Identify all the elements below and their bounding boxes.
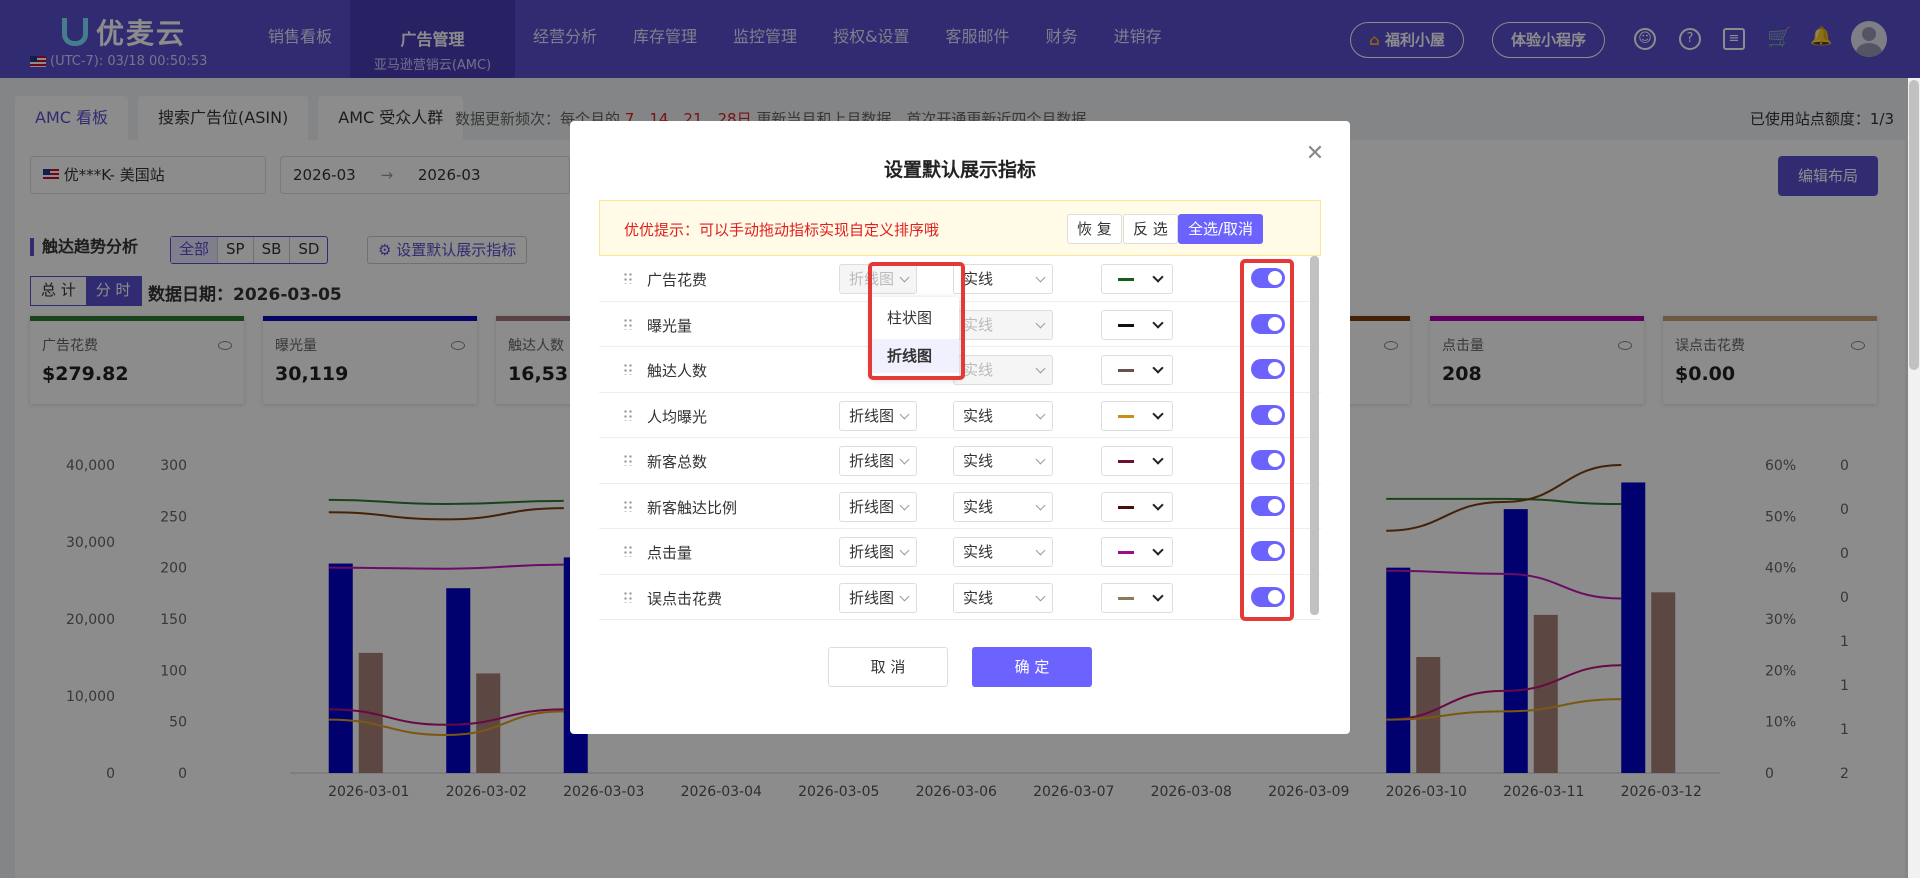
chevron-down-icon xyxy=(1035,591,1046,601)
chart-type-select[interactable]: 折线图 xyxy=(839,537,917,567)
metric-name: 新客总数 xyxy=(647,453,708,471)
line-style-value: 实线 xyxy=(963,497,994,516)
chevron-down-icon xyxy=(1035,409,1046,419)
highlight-toggles xyxy=(1240,259,1294,621)
chevron-down-icon xyxy=(1152,589,1164,602)
chevron-down-icon xyxy=(1152,362,1164,374)
drag-handle-icon[interactable] xyxy=(623,272,633,284)
color-select[interactable] xyxy=(1101,537,1173,567)
invert-button[interactable]: 反 选 xyxy=(1123,214,1178,244)
color-swatch xyxy=(1118,596,1134,600)
color-select[interactable] xyxy=(1101,446,1173,476)
chart-type-value: 折线图 xyxy=(849,452,895,470)
chevron-down-icon xyxy=(1152,544,1164,556)
chevron-down-icon xyxy=(1035,545,1046,556)
chevron-down-icon xyxy=(1152,498,1164,511)
chart-type-value: 折线图 xyxy=(849,406,895,425)
metric-row[interactable]: 新客总数 折线图 实线 xyxy=(599,438,1321,484)
line-style-value: 实线 xyxy=(963,361,994,379)
drag-handle-icon[interactable] xyxy=(623,408,633,421)
close-icon[interactable]: ✕ xyxy=(1304,143,1326,165)
line-style-select[interactable]: 实线 xyxy=(953,400,1053,431)
chart-type-select[interactable]: 折线图 xyxy=(839,446,917,476)
line-style-value: 实线 xyxy=(963,452,994,470)
color-select[interactable] xyxy=(1101,491,1173,522)
highlight-chart-type xyxy=(868,262,965,380)
line-style-value: 实线 xyxy=(963,406,994,425)
chevron-down-icon xyxy=(1035,272,1046,283)
chevron-down-icon xyxy=(1035,363,1046,374)
metric-row[interactable]: 误点击花费 折线图 实线 xyxy=(599,575,1321,620)
color-swatch xyxy=(1118,323,1134,327)
chevron-down-icon xyxy=(1152,407,1164,420)
color-select[interactable] xyxy=(1101,309,1173,340)
metric-name: 曝光量 xyxy=(647,316,693,335)
metric-row[interactable]: 新客触达比例 折线图 实线 xyxy=(599,484,1321,529)
chevron-down-icon xyxy=(1152,316,1164,329)
line-style-select[interactable]: 实线 xyxy=(953,491,1053,522)
color-select[interactable] xyxy=(1101,582,1173,613)
color-swatch xyxy=(1118,460,1134,463)
default-metrics-modal: 设置默认展示指标 ✕ 优优提示：可以手动拖动指标实现自定义排序哦 恢 复 反 选… xyxy=(570,121,1350,734)
drag-handle-icon[interactable] xyxy=(623,590,633,603)
drag-handle-icon[interactable] xyxy=(623,317,633,330)
drag-handle-icon[interactable] xyxy=(623,454,633,466)
metric-name: 广告花费 xyxy=(647,271,708,289)
metric-row[interactable]: 人均曝光 折线图 实线 xyxy=(599,393,1321,438)
line-style-select[interactable]: 实线 xyxy=(953,264,1053,294)
color-swatch xyxy=(1118,551,1134,554)
chevron-down-icon xyxy=(899,545,910,556)
chevron-down-icon xyxy=(899,500,910,510)
tip-bar: 优优提示：可以手动拖动指标实现自定义排序哦 恢 复 反 选 全选/取消 xyxy=(599,200,1321,256)
metric-name: 人均曝光 xyxy=(647,407,708,426)
page-scrollbar[interactable] xyxy=(1908,78,1920,878)
line-style-value: 实线 xyxy=(963,270,994,288)
drag-handle-icon[interactable] xyxy=(623,499,633,512)
line-style-value: 实线 xyxy=(963,315,994,334)
chevron-down-icon xyxy=(1035,500,1046,510)
line-style-select[interactable]: 实线 xyxy=(953,355,1053,385)
line-style-select[interactable]: 实线 xyxy=(953,537,1053,567)
color-swatch xyxy=(1118,505,1134,509)
metric-name: 触达人数 xyxy=(647,362,708,380)
metric-row[interactable]: 点击量 折线图 实线 xyxy=(599,529,1321,575)
color-select[interactable] xyxy=(1101,355,1173,385)
select-all-button[interactable]: 全选/取消 xyxy=(1178,214,1264,244)
line-style-select[interactable]: 实线 xyxy=(953,446,1053,476)
chevron-down-icon xyxy=(1152,271,1164,283)
tip-text: 优优提示：可以手动拖动指标实现自定义排序哦 xyxy=(624,221,940,239)
chevron-down-icon xyxy=(1152,453,1164,465)
drag-handle-icon[interactable] xyxy=(623,545,633,557)
metric-name: 点击量 xyxy=(647,544,693,562)
chevron-down-icon xyxy=(1035,454,1046,465)
chart-type-value: 折线图 xyxy=(849,588,895,607)
color-swatch xyxy=(1118,414,1134,418)
cancel-button[interactable]: 取 消 xyxy=(828,647,948,687)
line-style-select[interactable]: 实线 xyxy=(953,582,1053,613)
confirm-button[interactable]: 确 定 xyxy=(972,647,1092,687)
chart-type-select[interactable]: 折线图 xyxy=(839,400,917,431)
restore-button[interactable]: 恢 复 xyxy=(1067,214,1122,244)
chart-type-select[interactable]: 折线图 xyxy=(839,491,917,522)
color-select[interactable] xyxy=(1101,400,1173,431)
chevron-down-icon xyxy=(899,409,910,419)
line-style-select[interactable]: 实线 xyxy=(953,309,1053,340)
drag-handle-icon[interactable] xyxy=(623,363,633,375)
color-swatch xyxy=(1118,369,1134,372)
modal-scrollbar[interactable] xyxy=(1310,256,1319,615)
modal-title: 设置默认展示指标 xyxy=(883,159,1036,181)
chart-type-value: 折线图 xyxy=(849,497,895,516)
color-select[interactable] xyxy=(1101,264,1173,294)
chart-type-value: 折线图 xyxy=(849,543,895,561)
chart-type-select[interactable]: 折线图 xyxy=(839,582,917,613)
color-swatch xyxy=(1118,278,1134,281)
chevron-down-icon xyxy=(899,591,910,601)
chevron-down-icon xyxy=(899,454,910,465)
line-style-value: 实线 xyxy=(963,588,994,607)
metric-name: 新客触达比例 xyxy=(647,498,738,517)
metric-name: 误点击花费 xyxy=(647,589,723,608)
page-scroll-thumb[interactable] xyxy=(1909,80,1919,370)
chevron-down-icon xyxy=(1035,318,1046,328)
line-style-value: 实线 xyxy=(963,543,994,561)
